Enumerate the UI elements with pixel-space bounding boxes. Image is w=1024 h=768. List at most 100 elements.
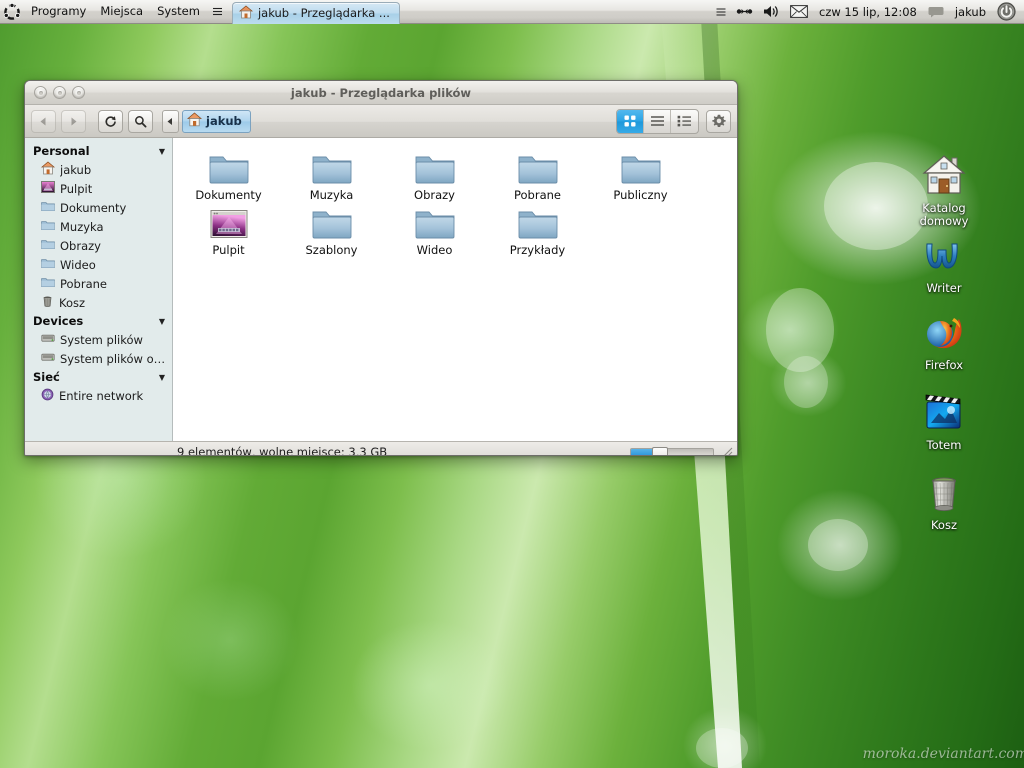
desktop-icon-firefox[interactable]: Firefox xyxy=(896,305,992,372)
chevron-down-icon[interactable]: ▼ xyxy=(159,317,165,326)
sidebar-item-label: Pulpit xyxy=(60,181,93,196)
sidebar-item-muzyka[interactable]: Muzyka xyxy=(25,217,172,236)
file-item-label: Publiczny xyxy=(613,188,668,202)
panel-tray: czw 15 lip, 12:08 jakub xyxy=(711,0,1024,24)
folder-icon xyxy=(486,146,589,186)
resize-grip[interactable] xyxy=(719,445,733,455)
sidebar-item-dokumenty[interactable]: Dokumenty xyxy=(25,198,172,217)
view-buttons xyxy=(616,108,699,134)
clock[interactable]: czw 15 lip, 12:08 xyxy=(813,0,923,24)
sidebar-item-jakub[interactable]: jakub xyxy=(25,160,172,179)
user-name[interactable]: jakub xyxy=(949,0,992,24)
power-button-icon[interactable] xyxy=(992,0,1021,24)
list-view-button[interactable] xyxy=(644,109,671,133)
reload-button[interactable] xyxy=(98,109,123,133)
search-button[interactable] xyxy=(128,109,153,133)
taskbar: jakub - Przeglądarka ... xyxy=(231,0,400,24)
triangle-left-icon[interactable] xyxy=(162,109,179,133)
volume-icon[interactable] xyxy=(758,0,785,24)
sidebar-section-personal[interactable]: Personal ▼ xyxy=(25,142,172,160)
sidebar-item-label: Entire network xyxy=(59,388,144,403)
menu-miejsca[interactable]: Miejsca xyxy=(93,0,150,24)
sidebar-item-label: Kosz xyxy=(59,295,86,310)
desktop-icon-label: Totem xyxy=(926,438,962,452)
sidebar-section-siec[interactable]: Sieć ▼ xyxy=(25,368,172,386)
back-button[interactable] xyxy=(31,109,56,133)
home-folder-icon xyxy=(186,112,203,130)
file-item-muzyka[interactable]: Muzyka xyxy=(280,146,383,202)
file-item-szablony[interactable]: Szablony xyxy=(280,201,383,257)
window-title: jakub - Przeglądarka plików xyxy=(290,85,472,100)
mail-envelope-icon[interactable] xyxy=(785,0,813,24)
file-manager-window: jakub - Przeglądarka plików jakub Person… xyxy=(24,80,738,456)
folder-icon xyxy=(383,146,486,186)
desktop-icon-label: Writer xyxy=(926,281,962,295)
zoom-slider-handle[interactable] xyxy=(652,446,668,455)
hamburger-icon[interactable] xyxy=(207,0,228,24)
desktop-icon-totem[interactable]: Totem xyxy=(896,385,992,452)
gear-icon[interactable] xyxy=(706,109,731,133)
file-icon-view[interactable]: Dokumenty Muzyka Obrazy Pobrane Publiczn… xyxy=(173,138,737,441)
forward-button[interactable] xyxy=(61,109,86,133)
compact-view-button[interactable] xyxy=(671,110,698,133)
folder-icon xyxy=(41,200,55,215)
sidebar-item-entire-network[interactable]: Entire network xyxy=(25,386,172,405)
file-item-obrazy[interactable]: Obrazy xyxy=(383,146,486,202)
ubuntu-logo-icon[interactable] xyxy=(0,0,24,24)
statusbar: 9 elementów, wolne miejsce: 3,3 GB xyxy=(25,441,737,456)
taskbar-window-label: jakub - Przeglądarka ... xyxy=(257,6,390,20)
menu-programy[interactable]: Programy xyxy=(24,0,93,24)
file-item-publiczny[interactable]: Publiczny xyxy=(589,146,692,202)
drive-icon xyxy=(41,332,55,347)
file-item-wideo[interactable]: Wideo xyxy=(383,201,486,257)
menu-system[interactable]: System xyxy=(150,0,207,24)
list-icon[interactable] xyxy=(711,0,731,24)
file-item-przyklady[interactable]: Przykłady xyxy=(486,201,589,257)
taskbar-window-button[interactable]: jakub - Przeglądarka ... xyxy=(231,1,400,24)
file-item-label: Pulpit xyxy=(212,243,245,257)
chat-bubble-icon[interactable] xyxy=(923,0,949,24)
top-panel: Programy Miejsca System jakub - Przegląd… xyxy=(0,0,1024,24)
icon-view-button[interactable] xyxy=(617,109,644,133)
desktop-thumbnail-icon xyxy=(177,201,280,241)
toolbar: jakub xyxy=(25,105,737,138)
desktop-icon-writer[interactable]: Writer xyxy=(896,228,992,295)
desktop-icon-label: Katalog domowy xyxy=(919,201,969,228)
writer-icon xyxy=(896,228,992,278)
breadcrumb-jakub[interactable]: jakub xyxy=(182,109,251,133)
house-icon xyxy=(896,148,992,198)
chevron-down-icon[interactable]: ▼ xyxy=(159,373,165,382)
folder-icon xyxy=(383,201,486,241)
sidebar-item-pulpit[interactable]: Pulpit xyxy=(25,179,172,198)
chevron-down-icon[interactable]: ▼ xyxy=(159,147,165,156)
sidebar-item-label: Pobrane xyxy=(60,276,107,291)
window-titlebar[interactable]: jakub - Przeglądarka plików xyxy=(25,81,737,105)
breadcrumb: jakub xyxy=(162,109,251,133)
sidebar-item-kosz[interactable]: Kosz xyxy=(25,293,172,312)
totem-icon xyxy=(896,385,992,435)
minimize-button[interactable] xyxy=(53,86,66,99)
desktop-icon-kosz[interactable]: Kosz xyxy=(896,465,992,532)
maximize-button[interactable] xyxy=(72,86,85,99)
firefox-icon xyxy=(896,305,992,355)
file-item-pobrane[interactable]: Pobrane xyxy=(486,146,589,202)
sidebar-item-label: System plików o ro... xyxy=(60,351,166,366)
sidebar-section-devices[interactable]: Devices ▼ xyxy=(25,312,172,330)
sidebar-item-label: Dokumenty xyxy=(60,200,127,215)
sidebar-item-system-plikow[interactable]: System plików xyxy=(25,330,172,349)
close-button[interactable] xyxy=(34,86,47,99)
sidebar-item-system-plikow-root[interactable]: System plików o ro... xyxy=(25,349,172,368)
status-text: 9 elementów, wolne miejsce: 3,3 GB xyxy=(177,445,388,456)
file-item-pulpit[interactable]: Pulpit xyxy=(177,201,280,257)
file-item-label: Przykłady xyxy=(509,243,566,257)
desktop-icon-label: Kosz xyxy=(930,518,958,532)
sidebar-item-wideo[interactable]: Wideo xyxy=(25,255,172,274)
desktop-icon-katalog-domowy[interactable]: Katalog domowy xyxy=(896,148,992,228)
file-item-dokumenty[interactable]: Dokumenty xyxy=(177,146,280,202)
folder-icon xyxy=(41,219,55,234)
network-icon[interactable] xyxy=(731,0,758,24)
sidebar-item-pobrane[interactable]: Pobrane xyxy=(25,274,172,293)
sidebar-item-obrazy[interactable]: Obrazy xyxy=(25,236,172,255)
zoom-slider[interactable] xyxy=(630,446,714,455)
desktop-icon-label: Firefox xyxy=(924,358,964,372)
